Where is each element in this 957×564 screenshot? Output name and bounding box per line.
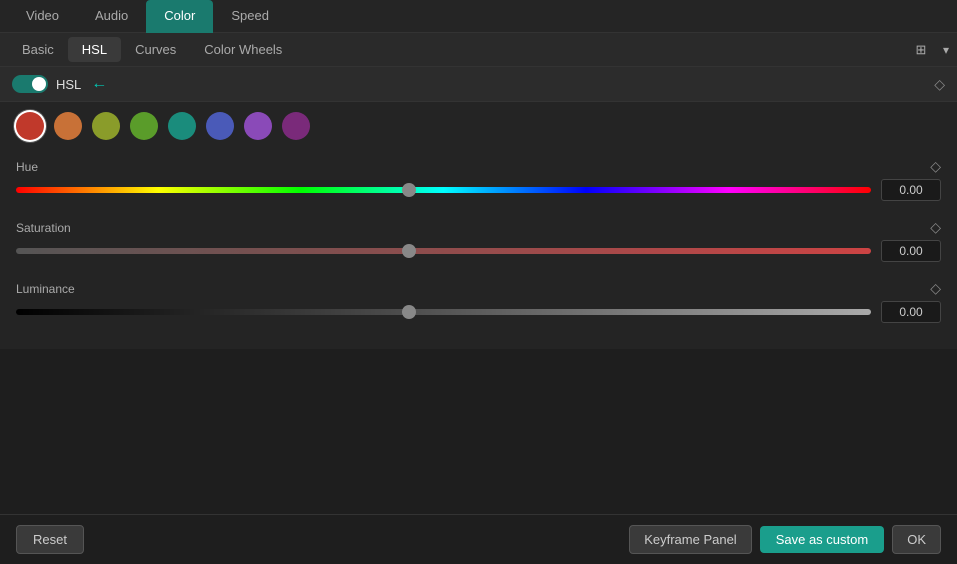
luminance-slider-container[interactable]: [16, 302, 871, 322]
save-as-custom-button[interactable]: Save as custom: [760, 526, 885, 553]
swatch-green[interactable]: [130, 112, 158, 140]
sub-tab-curves[interactable]: Curves: [121, 37, 190, 62]
luminance-track: [16, 309, 871, 315]
hsl-title: HSL: [56, 77, 81, 92]
sliders-section: Hue ◇ Saturation ◇: [0, 150, 957, 349]
hsl-toggle[interactable]: [12, 75, 48, 93]
top-tabs-bar: Video Audio Color Speed: [0, 0, 957, 33]
tab-speed[interactable]: Speed: [213, 0, 287, 33]
keyframe-panel-button[interactable]: Keyframe Panel: [629, 525, 752, 554]
arrow-icon: ←: [91, 75, 107, 93]
swatch-purple[interactable]: [244, 112, 272, 140]
hue-value-input[interactable]: [881, 179, 941, 201]
ok-button[interactable]: OK: [892, 525, 941, 554]
hue-thumb[interactable]: [402, 183, 416, 197]
hue-slider-container[interactable]: [16, 180, 871, 200]
tab-audio[interactable]: Audio: [77, 0, 146, 33]
luminance-value-input[interactable]: [881, 301, 941, 323]
sat-diamond-icon[interactable]: ◇: [930, 219, 941, 236]
hue-track: [16, 187, 871, 193]
reset-diamond-icon[interactable]: ◇: [934, 76, 945, 93]
luminance-label: Luminance: [16, 282, 96, 296]
sub-tab-color-wheels[interactable]: Color Wheels: [190, 37, 296, 62]
sub-tabs-bar: Basic HSL Curves Color Wheels ⊞ ▾: [0, 33, 957, 67]
hue-diamond-icon[interactable]: ◇: [930, 158, 941, 175]
saturation-slider-container[interactable]: [16, 241, 871, 261]
chevron-down-icon[interactable]: ▾: [943, 43, 949, 57]
reset-button[interactable]: Reset: [16, 525, 84, 554]
saturation-thumb[interactable]: [402, 244, 416, 258]
hsl-section-header: HSL ← ◇: [0, 67, 957, 102]
lum-diamond-icon[interactable]: ◇: [930, 280, 941, 297]
sub-tab-hsl[interactable]: HSL: [68, 37, 121, 62]
swatch-magenta[interactable]: [282, 112, 310, 140]
swatch-yellow-green[interactable]: [92, 112, 120, 140]
saturation-value-input[interactable]: [881, 240, 941, 262]
sub-tab-basic[interactable]: Basic: [8, 37, 68, 62]
split-view-icon[interactable]: ⊞: [907, 40, 935, 60]
hue-label: Hue: [16, 160, 96, 174]
swatch-orange[interactable]: [54, 112, 82, 140]
swatch-blue[interactable]: [206, 112, 234, 140]
bottom-right-actions: Keyframe Panel Save as custom OK: [629, 525, 941, 554]
swatches-row: [0, 102, 957, 150]
saturation-label: Saturation: [16, 221, 96, 235]
swatch-red[interactable]: [16, 112, 44, 140]
saturation-track: [16, 248, 871, 254]
swatch-teal[interactable]: [168, 112, 196, 140]
tab-video[interactable]: Video: [8, 0, 77, 33]
bottom-bar: Reset Keyframe Panel Save as custom OK: [0, 514, 957, 564]
tab-color[interactable]: Color: [146, 0, 213, 33]
luminance-thumb[interactable]: [402, 305, 416, 319]
toggle-knob: [32, 77, 46, 91]
